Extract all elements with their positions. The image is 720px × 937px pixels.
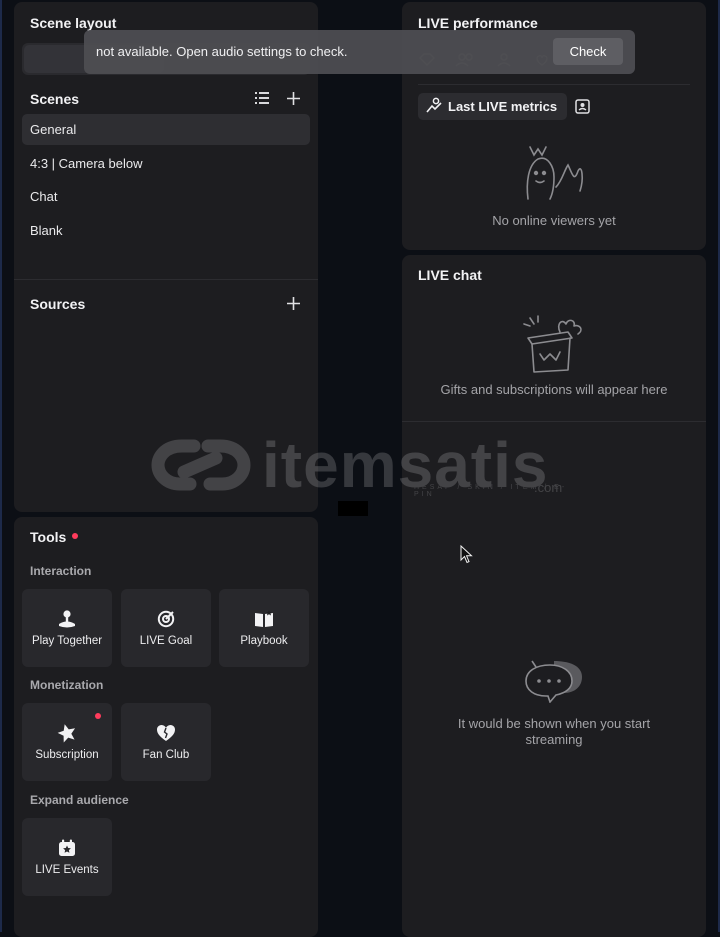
performance-divider <box>418 84 690 85</box>
metrics-report-icon[interactable] <box>571 95 593 117</box>
expand-audience-label: Expand audience <box>30 793 129 807</box>
scene-layout-title: Scene layout <box>30 15 117 31</box>
live-performance-title: LIVE performance <box>418 15 538 31</box>
tools-notification-dot <box>72 533 78 539</box>
play-together-button[interactable]: Play Together <box>22 589 112 667</box>
gifts-empty-text: Gifts and subscriptions will appear here <box>440 382 668 397</box>
subscription-notification-dot <box>95 713 101 719</box>
no-viewers-illustration <box>526 146 583 200</box>
chat-divider <box>402 421 706 422</box>
live-events-button[interactable]: LIVE Events <box>22 818 112 896</box>
toast-check-button[interactable]: Check <box>553 38 623 65</box>
play-together-label: Play Together <box>31 634 103 647</box>
heart-icon <box>156 723 176 743</box>
add-source-icon[interactable] <box>282 292 304 314</box>
subscription-label: Subscription <box>35 748 99 761</box>
goal-icon <box>156 609 176 629</box>
tools-title: Tools <box>30 529 67 545</box>
scenes-title: Scenes <box>30 91 80 107</box>
last-live-metrics-tab[interactable]: Last LIVE metrics <box>418 93 568 120</box>
scene-item-blank[interactable]: Blank <box>22 215 310 246</box>
chat-empty-text: It would be shown when you start streami… <box>457 716 651 747</box>
mouse-cursor-icon <box>460 545 473 564</box>
scene-item-chat[interactable]: Chat <box>22 181 310 212</box>
fan-club-button[interactable]: Fan Club <box>121 703 211 781</box>
monetization-label: Monetization <box>30 678 104 692</box>
window-edge-left <box>0 0 2 932</box>
live-events-label: LIVE Events <box>35 863 99 876</box>
live-goal-label: LIVE Goal <box>139 634 193 647</box>
playbook-label: Playbook <box>240 634 288 647</box>
playbook-button[interactable]: Playbook <box>219 589 309 667</box>
last-live-metrics-label: Last LIVE metrics <box>448 99 558 114</box>
interaction-label: Interaction <box>30 564 92 578</box>
fan-club-label: Fan Club <box>142 748 190 761</box>
obscured-block <box>338 501 368 516</box>
star-badge-icon <box>57 723 77 743</box>
metrics-trend-icon <box>426 97 442 116</box>
playbook-icon <box>254 609 274 629</box>
add-scene-icon[interactable] <box>282 87 304 109</box>
scenes-divider <box>14 279 318 280</box>
live-goal-button[interactable]: LIVE Goal <box>121 589 211 667</box>
gift-box-icon <box>523 315 582 373</box>
scene-item-camera-below[interactable]: 4:3 | Camera below <box>22 148 310 179</box>
toast-message: not available. Open audio settings to ch… <box>96 44 348 59</box>
calendar-star-icon <box>57 838 77 858</box>
audio-toast: not available. Open audio settings to ch… <box>84 30 635 74</box>
scenes-panel: Scene layout Scenes Sources <box>14 2 318 512</box>
live-chat-title: LIVE chat <box>418 267 482 283</box>
no-viewers-text: No online viewers yet <box>492 213 616 228</box>
sources-title: Sources <box>30 296 86 312</box>
scene-list-icon[interactable] <box>251 87 273 109</box>
scene-item-general[interactable]: General <box>22 114 310 145</box>
joystick-icon <box>57 609 77 629</box>
chat-bubble-icon <box>525 660 582 703</box>
